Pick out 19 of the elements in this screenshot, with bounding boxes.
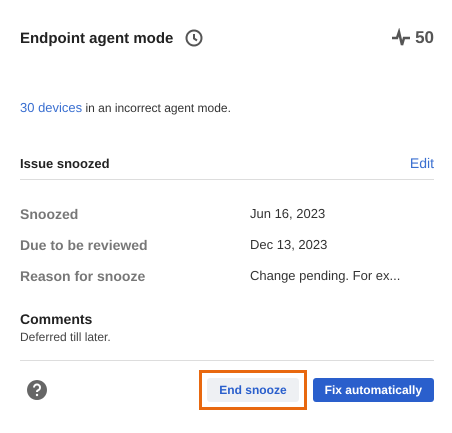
section-title: Issue snoozed (20, 156, 110, 170)
field-label: Due to be reviewed (20, 236, 149, 252)
field-label: Snoozed (20, 206, 80, 222)
comment-text: Deferred till later. (20, 330, 112, 344)
field-value: Dec 13, 2023 (250, 237, 328, 252)
comments-title: Comments (20, 311, 94, 327)
help-icon[interactable] (27, 380, 47, 400)
clock-icon (185, 29, 204, 47)
field-value: Change pending. For ex... (250, 268, 402, 283)
card-title: Endpoint agent mode (20, 30, 174, 46)
score: 50 (415, 28, 434, 48)
devices-link[interactable]: 30 devices (20, 100, 82, 115)
end-snooze-button[interactable]: End snooze (207, 378, 299, 402)
pulse-icon (391, 28, 412, 48)
summary-text: 30 devices in an incorrect agent mode. (20, 100, 232, 115)
edit-link[interactable]: Edit (410, 155, 434, 171)
field-value: Jun 16, 2023 (250, 206, 326, 221)
fix-button[interactable]: Fix automatically (312, 378, 434, 402)
field-label: Reason for snooze (20, 268, 146, 284)
